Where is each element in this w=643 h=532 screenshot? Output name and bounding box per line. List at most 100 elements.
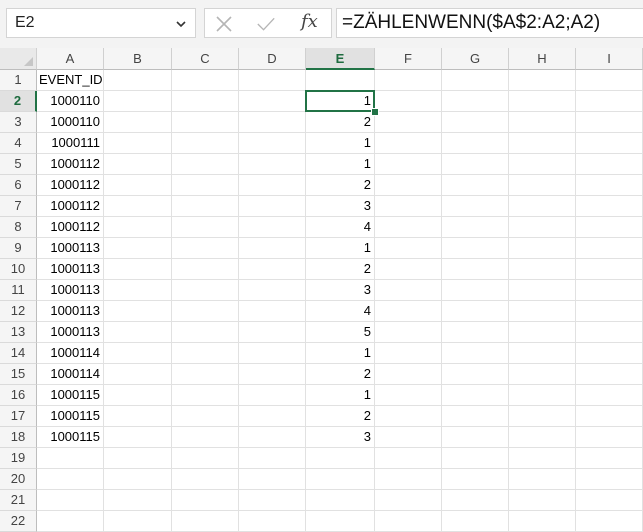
cell-i8[interactable] <box>576 217 643 238</box>
cell-e19[interactable] <box>306 448 375 469</box>
cell-g19[interactable] <box>442 448 509 469</box>
cell-i21[interactable] <box>576 490 643 511</box>
cell-d5[interactable] <box>239 154 306 175</box>
cell-c7[interactable] <box>172 196 239 217</box>
column-header-a[interactable]: A <box>37 48 104 70</box>
cell-a18[interactable]: 1000115 <box>37 427 104 448</box>
row-header-18[interactable]: 18 <box>0 427 37 448</box>
cell-b3[interactable] <box>104 112 172 133</box>
cell-f20[interactable] <box>375 469 442 490</box>
cell-f4[interactable] <box>375 133 442 154</box>
select-all-button[interactable] <box>0 48 37 70</box>
cell-d1[interactable] <box>239 70 306 91</box>
row-header-11[interactable]: 11 <box>0 280 37 301</box>
cell-e12[interactable]: 4 <box>306 301 375 322</box>
cell-a19[interactable] <box>37 448 104 469</box>
cell-d13[interactable] <box>239 322 306 343</box>
cell-f19[interactable] <box>375 448 442 469</box>
cell-i20[interactable] <box>576 469 643 490</box>
cell-h4[interactable] <box>509 133 576 154</box>
row-header-10[interactable]: 10 <box>0 259 37 280</box>
cell-g9[interactable] <box>442 238 509 259</box>
cell-e5[interactable]: 1 <box>306 154 375 175</box>
row-header-3[interactable]: 3 <box>0 112 37 133</box>
cell-a7[interactable]: 1000112 <box>37 196 104 217</box>
cell-i22[interactable] <box>576 511 643 532</box>
cell-g21[interactable] <box>442 490 509 511</box>
cell-e1[interactable] <box>306 70 375 91</box>
cell-d19[interactable] <box>239 448 306 469</box>
cell-h1[interactable] <box>509 70 576 91</box>
column-header-b[interactable]: B <box>104 48 172 70</box>
cell-g2[interactable] <box>442 91 509 112</box>
cell-b17[interactable] <box>104 406 172 427</box>
cell-d9[interactable] <box>239 238 306 259</box>
cell-d17[interactable] <box>239 406 306 427</box>
row-header-16[interactable]: 16 <box>0 385 37 406</box>
column-header-i[interactable]: I <box>576 48 643 70</box>
cell-d3[interactable] <box>239 112 306 133</box>
cell-h11[interactable] <box>509 280 576 301</box>
cell-b5[interactable] <box>104 154 172 175</box>
cell-b14[interactable] <box>104 343 172 364</box>
column-header-g[interactable]: G <box>442 48 509 70</box>
fill-handle[interactable] <box>371 108 379 116</box>
row-header-19[interactable]: 19 <box>0 448 37 469</box>
cell-f7[interactable] <box>375 196 442 217</box>
row-header-9[interactable]: 9 <box>0 238 37 259</box>
cell-c2[interactable] <box>172 91 239 112</box>
cell-a3[interactable]: 1000110 <box>37 112 104 133</box>
cell-g15[interactable] <box>442 364 509 385</box>
cell-c16[interactable] <box>172 385 239 406</box>
cell-i3[interactable] <box>576 112 643 133</box>
cell-a2[interactable]: 1000110 <box>37 91 104 112</box>
cell-c22[interactable] <box>172 511 239 532</box>
cell-b8[interactable] <box>104 217 172 238</box>
cell-d11[interactable] <box>239 280 306 301</box>
row-header-1[interactable]: 1 <box>0 70 37 91</box>
cell-c20[interactable] <box>172 469 239 490</box>
cell-e9[interactable]: 1 <box>306 238 375 259</box>
cell-g10[interactable] <box>442 259 509 280</box>
cell-b2[interactable] <box>104 91 172 112</box>
cell-i4[interactable] <box>576 133 643 154</box>
cell-h16[interactable] <box>509 385 576 406</box>
cell-h2[interactable] <box>509 91 576 112</box>
cell-h5[interactable] <box>509 154 576 175</box>
cell-g17[interactable] <box>442 406 509 427</box>
insert-function-button[interactable]: fx <box>301 11 318 32</box>
cell-b9[interactable] <box>104 238 172 259</box>
cell-a22[interactable] <box>37 511 104 532</box>
cell-f2[interactable] <box>375 91 442 112</box>
cell-f18[interactable] <box>375 427 442 448</box>
cell-a6[interactable]: 1000112 <box>37 175 104 196</box>
cell-e4[interactable]: 1 <box>306 133 375 154</box>
cell-f17[interactable] <box>375 406 442 427</box>
cell-c13[interactable] <box>172 322 239 343</box>
cell-i9[interactable] <box>576 238 643 259</box>
cell-a13[interactable]: 1000113 <box>37 322 104 343</box>
cell-c14[interactable] <box>172 343 239 364</box>
cell-c18[interactable] <box>172 427 239 448</box>
cell-d16[interactable] <box>239 385 306 406</box>
cell-e8[interactable]: 4 <box>306 217 375 238</box>
row-header-13[interactable]: 13 <box>0 322 37 343</box>
cell-c21[interactable] <box>172 490 239 511</box>
cell-d15[interactable] <box>239 364 306 385</box>
close-icon[interactable] <box>215 15 233 33</box>
cell-c1[interactable] <box>172 70 239 91</box>
row-header-17[interactable]: 17 <box>0 406 37 427</box>
column-header-d[interactable]: D <box>239 48 306 70</box>
cell-d22[interactable] <box>239 511 306 532</box>
cell-i1[interactable] <box>576 70 643 91</box>
cell-f22[interactable] <box>375 511 442 532</box>
cell-c5[interactable] <box>172 154 239 175</box>
row-header-7[interactable]: 7 <box>0 196 37 217</box>
row-header-12[interactable]: 12 <box>0 301 37 322</box>
cell-e14[interactable]: 1 <box>306 343 375 364</box>
cell-d4[interactable] <box>239 133 306 154</box>
cell-d20[interactable] <box>239 469 306 490</box>
cell-a1[interactable]: EVENT_ID <box>37 70 104 91</box>
cell-b22[interactable] <box>104 511 172 532</box>
row-header-4[interactable]: 4 <box>0 133 37 154</box>
